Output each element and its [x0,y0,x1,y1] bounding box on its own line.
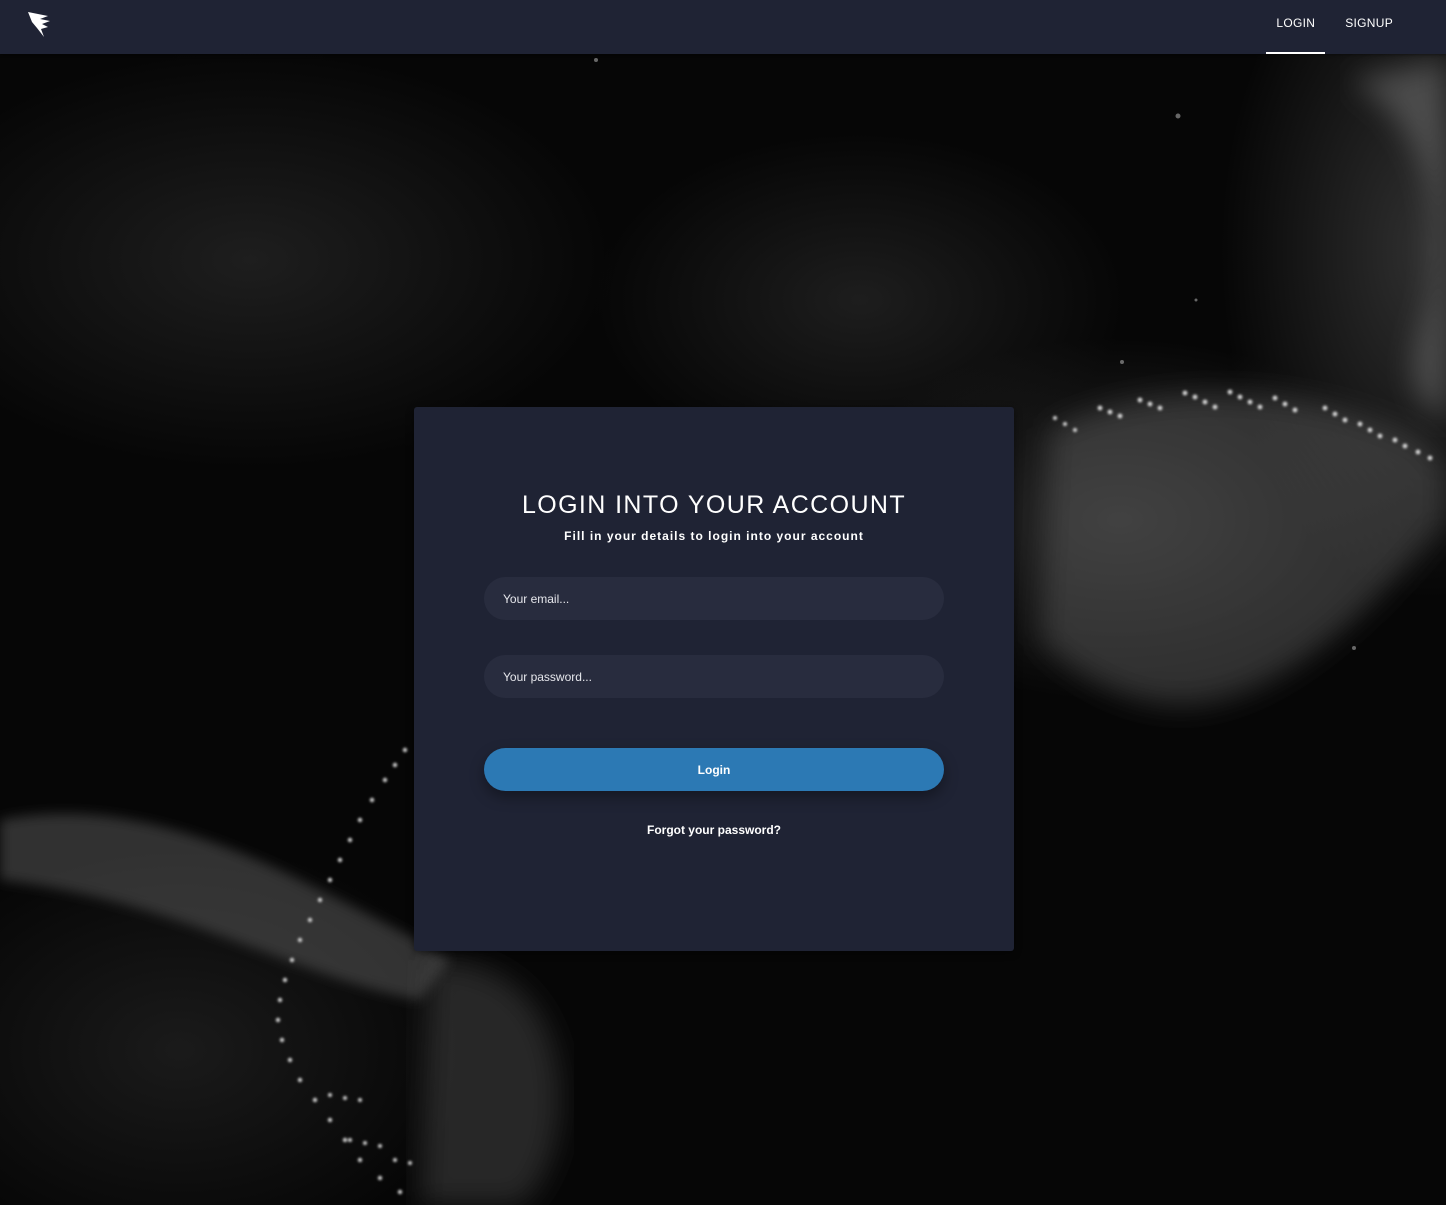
forgot-password-link[interactable]: Forgot your password? [414,823,1014,837]
top-navbar: LOGIN SIGNUP [0,0,1446,54]
login-subtitle: Fill in your details to login into your … [564,529,864,543]
login-card: LOGIN INTO YOUR ACCOUNT Fill in your det… [414,407,1014,951]
login-page: LOGIN SIGNUP LOGIN INTO YOUR ACCOUNT Fil… [0,0,1446,1205]
nav-login-link[interactable]: LOGIN [1266,0,1326,54]
login-button[interactable]: Login [484,748,944,791]
login-title: LOGIN INTO YOUR ACCOUNT [521,491,907,519]
email-input[interactable] [484,577,944,620]
nav-signup-link[interactable]: SIGNUP [1335,0,1403,54]
password-input[interactable] [484,655,944,698]
nav-links: LOGIN SIGNUP [1256,0,1403,54]
bird-logo-icon[interactable] [26,10,54,40]
